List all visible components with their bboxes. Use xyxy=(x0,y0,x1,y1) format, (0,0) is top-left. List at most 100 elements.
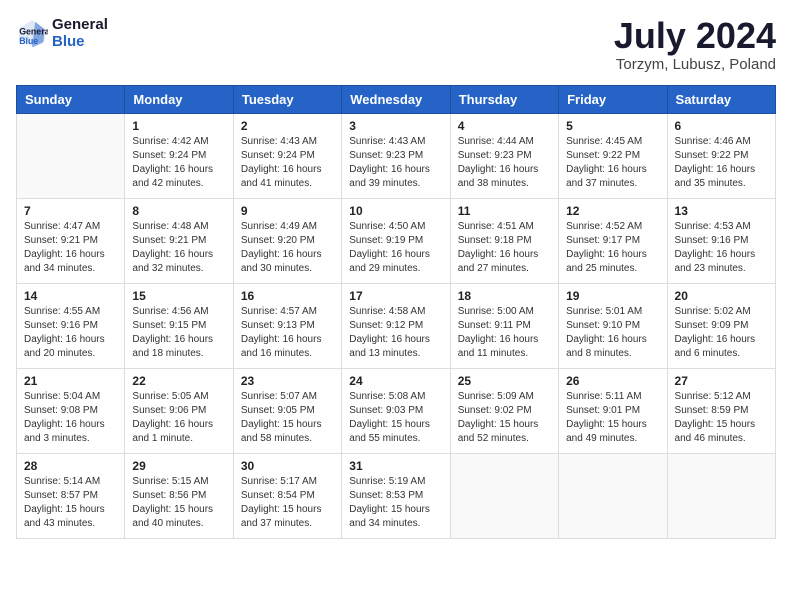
cell-content: Sunrise: 4:43 AM Sunset: 9:23 PM Dayligh… xyxy=(349,135,442,191)
calendar-cell: 11Sunrise: 4:51 AM Sunset: 9:18 PM Dayli… xyxy=(450,198,558,283)
day-number: 19 xyxy=(566,289,659,303)
day-number: 30 xyxy=(241,459,334,473)
week-row-1: 1Sunrise: 4:42 AM Sunset: 9:24 PM Daylig… xyxy=(17,113,776,198)
calendar-body: 1Sunrise: 4:42 AM Sunset: 9:24 PM Daylig… xyxy=(17,113,776,538)
calendar-cell xyxy=(17,113,125,198)
cell-content: Sunrise: 4:57 AM Sunset: 9:13 PM Dayligh… xyxy=(241,305,334,361)
calendar-cell: 8 Sunrise: 4:48 AM Sunset: 9:21 PM Daylig… xyxy=(125,198,233,283)
cell-content: Sunrise: 4:43 AM Sunset: 9:24 PM Dayligh… xyxy=(241,135,334,191)
month-year-title: July 2024 xyxy=(614,16,776,56)
cell-content: Sunrise: 4:45 AM Sunset: 9:22 PM Dayligh… xyxy=(566,135,659,191)
cell-content: Sunrise: 4:50 AM Sunset: 9:19 PM Dayligh… xyxy=(349,220,442,276)
day-number: 14 xyxy=(24,289,117,303)
day-number: 20 xyxy=(675,289,768,303)
day-number: 11 xyxy=(458,204,551,218)
cell-content: Sunrise: 5:02 AM Sunset: 9:09 PM Dayligh… xyxy=(675,305,768,361)
cell-content: Sunrise: 5:08 AM Sunset: 9:03 PM Dayligh… xyxy=(349,390,442,446)
day-header-monday: Monday xyxy=(125,85,233,113)
svg-text:Blue: Blue xyxy=(19,36,38,46)
day-number: 10 xyxy=(349,204,442,218)
day-number: 5 xyxy=(566,119,659,133)
day-number: 16 xyxy=(241,289,334,303)
day-number: 17 xyxy=(349,289,442,303)
day-number: 3 xyxy=(349,119,442,133)
cell-content: Sunrise: 5:19 AM Sunset: 8:53 PM Dayligh… xyxy=(349,475,442,531)
calendar-cell: 6 Sunrise: 4:46 AM Sunset: 9:22 PM Daylig… xyxy=(667,113,775,198)
week-row-2: 7 Sunrise: 4:47 AM Sunset: 9:21 PM Daylig… xyxy=(17,198,776,283)
calendar-cell: 3 Sunrise: 4:43 AM Sunset: 9:23 PM Daylig… xyxy=(342,113,450,198)
calendar-cell: 19Sunrise: 5:01 AM Sunset: 9:10 PM Dayli… xyxy=(559,283,667,368)
calendar-cell: 28Sunrise: 5:14 AM Sunset: 8:57 PM Dayli… xyxy=(17,453,125,538)
calendar-cell: 2 Sunrise: 4:43 AM Sunset: 9:24 PM Daylig… xyxy=(233,113,341,198)
day-number: 15 xyxy=(132,289,225,303)
cell-content: Sunrise: 5:12 AM Sunset: 8:59 PM Dayligh… xyxy=(675,390,768,446)
cell-content: Sunrise: 5:04 AM Sunset: 9:08 PM Dayligh… xyxy=(24,390,117,446)
calendar-cell xyxy=(559,453,667,538)
day-number: 2 xyxy=(241,119,334,133)
calendar-cell: 9Sunrise: 4:49 AM Sunset: 9:20 PM Daylig… xyxy=(233,198,341,283)
logo: General Blue General Blue xyxy=(16,16,108,50)
day-number: 26 xyxy=(566,374,659,388)
cell-content: Sunrise: 4:58 AM Sunset: 9:12 PM Dayligh… xyxy=(349,305,442,361)
calendar-table: SundayMondayTuesdayWednesdayThursdayFrid… xyxy=(16,85,776,539)
calendar-cell: 20 Sunrise: 5:02 AM Sunset: 9:09 PM Dayli… xyxy=(667,283,775,368)
day-number: 8 xyxy=(132,204,225,218)
cell-content: Sunrise: 5:14 AM Sunset: 8:57 PM Dayligh… xyxy=(24,475,117,531)
cell-content: Sunrise: 4:48 AM Sunset: 9:21 PM Dayligh… xyxy=(132,220,225,276)
day-number: 12 xyxy=(566,204,659,218)
day-header-sunday: Sunday xyxy=(17,85,125,113)
page-header: General Blue General Blue July 2024 Torz… xyxy=(16,16,776,73)
calendar-cell: 17 Sunrise: 4:58 AM Sunset: 9:12 PM Dayli… xyxy=(342,283,450,368)
week-row-4: 21Sunrise: 5:04 AM Sunset: 9:08 PM Dayli… xyxy=(17,368,776,453)
cell-content: Sunrise: 4:47 AM Sunset: 9:21 PM Dayligh… xyxy=(24,220,117,276)
calendar-cell: 13 Sunrise: 4:53 AM Sunset: 9:16 PM Dayli… xyxy=(667,198,775,283)
logo-text-line2: Blue xyxy=(52,33,108,50)
day-number: 25 xyxy=(458,374,551,388)
calendar-cell: 7 Sunrise: 4:47 AM Sunset: 9:21 PM Daylig… xyxy=(17,198,125,283)
calendar-cell: 16 Sunrise: 4:57 AM Sunset: 9:13 PM Dayli… xyxy=(233,283,341,368)
calendar-cell: 4 Sunrise: 4:44 AM Sunset: 9:23 PM Daylig… xyxy=(450,113,558,198)
calendar-cell: 31 Sunrise: 5:19 AM Sunset: 8:53 PM Dayli… xyxy=(342,453,450,538)
day-number: 29 xyxy=(132,459,225,473)
cell-content: Sunrise: 4:44 AM Sunset: 9:23 PM Dayligh… xyxy=(458,135,551,191)
cell-content: Sunrise: 5:09 AM Sunset: 9:02 PM Dayligh… xyxy=(458,390,551,446)
day-number: 7 xyxy=(24,204,117,218)
calendar-cell: 25 Sunrise: 5:09 AM Sunset: 9:02 PM Dayli… xyxy=(450,368,558,453)
calendar-cell xyxy=(450,453,558,538)
day-header-saturday: Saturday xyxy=(667,85,775,113)
calendar-cell: 22Sunrise: 5:05 AM Sunset: 9:06 PM Dayli… xyxy=(125,368,233,453)
day-number: 4 xyxy=(458,119,551,133)
calendar-cell: 23 Sunrise: 5:07 AM Sunset: 9:05 PM Dayli… xyxy=(233,368,341,453)
cell-content: Sunrise: 4:53 AM Sunset: 9:16 PM Dayligh… xyxy=(675,220,768,276)
cell-content: Sunrise: 4:46 AM Sunset: 9:22 PM Dayligh… xyxy=(675,135,768,191)
day-header-tuesday: Tuesday xyxy=(233,85,341,113)
calendar-cell: 29 Sunrise: 5:15 AM Sunset: 8:56 PM Dayli… xyxy=(125,453,233,538)
cell-content: Sunrise: 5:17 AM Sunset: 8:54 PM Dayligh… xyxy=(241,475,334,531)
day-number: 18 xyxy=(458,289,551,303)
calendar-cell: 26Sunrise: 5:11 AM Sunset: 9:01 PM Dayli… xyxy=(559,368,667,453)
day-number: 6 xyxy=(675,119,768,133)
day-header-friday: Friday xyxy=(559,85,667,113)
calendar-cell: 14Sunrise: 4:55 AM Sunset: 9:16 PM Dayli… xyxy=(17,283,125,368)
cell-content: Sunrise: 5:15 AM Sunset: 8:56 PM Dayligh… xyxy=(132,475,225,531)
calendar-cell: 30 Sunrise: 5:17 AM Sunset: 8:54 PM Dayli… xyxy=(233,453,341,538)
calendar-cell: 1Sunrise: 4:42 AM Sunset: 9:24 PM Daylig… xyxy=(125,113,233,198)
cell-content: Sunrise: 5:00 AM Sunset: 9:11 PM Dayligh… xyxy=(458,305,551,361)
day-headers-row: SundayMondayTuesdayWednesdayThursdayFrid… xyxy=(17,85,776,113)
calendar-header: SundayMondayTuesdayWednesdayThursdayFrid… xyxy=(17,85,776,113)
day-number: 27 xyxy=(675,374,768,388)
day-number: 31 xyxy=(349,459,442,473)
calendar-cell: 5 Sunrise: 4:45 AM Sunset: 9:22 PM Daylig… xyxy=(559,113,667,198)
day-number: 13 xyxy=(675,204,768,218)
day-header-thursday: Thursday xyxy=(450,85,558,113)
day-number: 22 xyxy=(132,374,225,388)
calendar-cell: 18 Sunrise: 5:00 AM Sunset: 9:11 PM Dayli… xyxy=(450,283,558,368)
cell-content: Sunrise: 5:07 AM Sunset: 9:05 PM Dayligh… xyxy=(241,390,334,446)
logo-text-line1: General xyxy=(52,16,108,33)
week-row-5: 28Sunrise: 5:14 AM Sunset: 8:57 PM Dayli… xyxy=(17,453,776,538)
day-number: 23 xyxy=(241,374,334,388)
week-row-3: 14Sunrise: 4:55 AM Sunset: 9:16 PM Dayli… xyxy=(17,283,776,368)
logo-icon: General Blue xyxy=(16,17,48,49)
calendar-cell: 24Sunrise: 5:08 AM Sunset: 9:03 PM Dayli… xyxy=(342,368,450,453)
title-block: July 2024 Torzym, Lubusz, Poland xyxy=(614,16,776,73)
